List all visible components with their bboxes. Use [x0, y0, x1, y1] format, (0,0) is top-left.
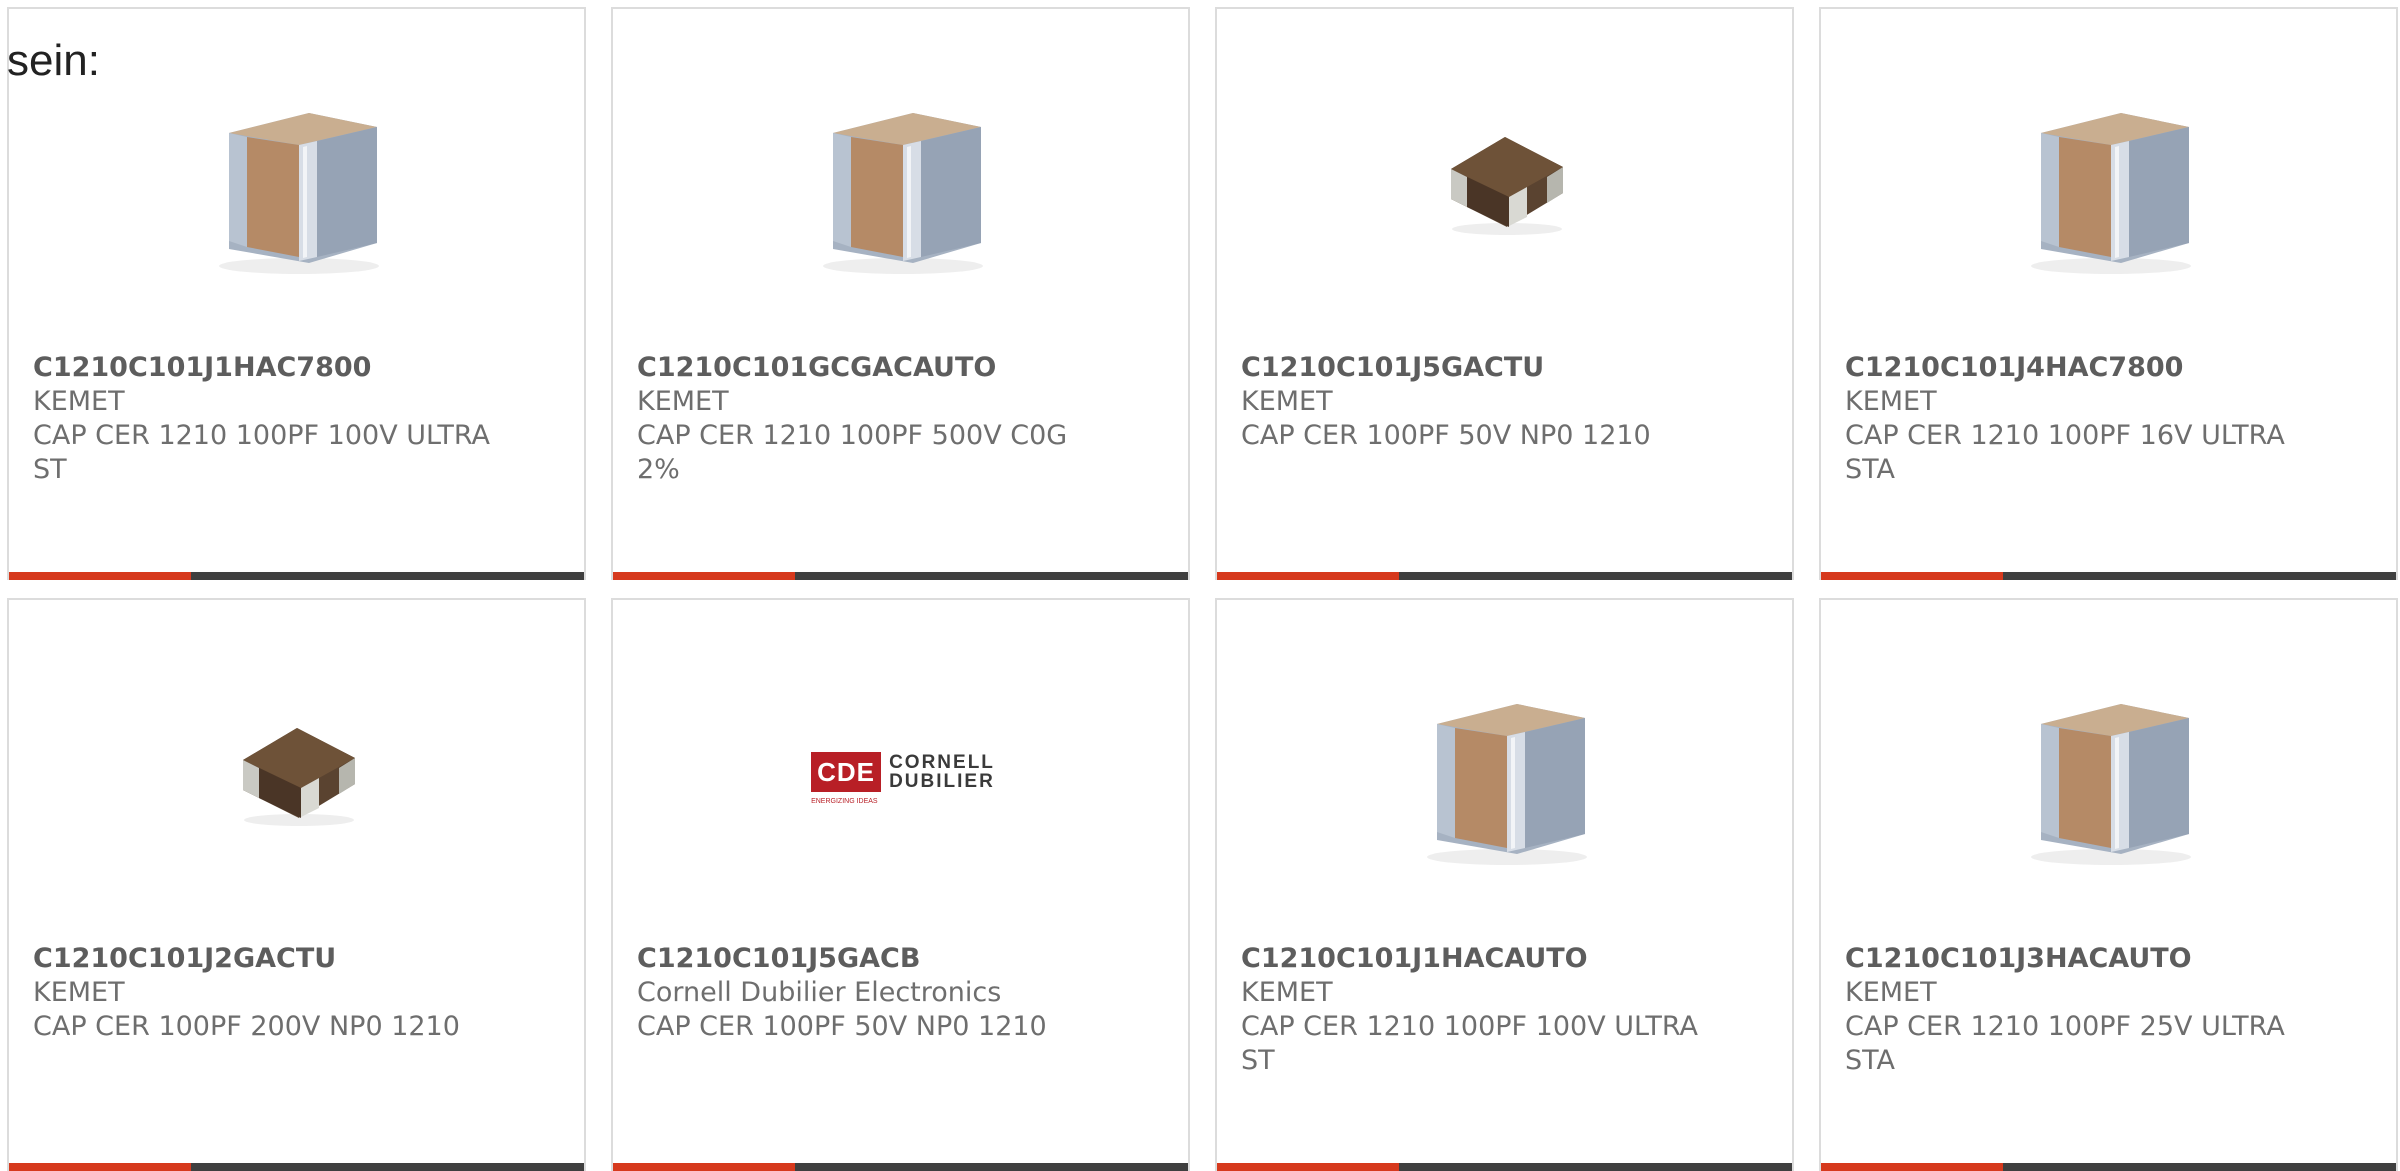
part-number-link[interactable]: C1210C101J1HACAUTO [1241, 942, 1701, 976]
product-image[interactable] [2011, 672, 2211, 872]
product-card[interactable]: C1210C101J5GACTU KEMET CAP CER 100PF 50V… [1215, 7, 1794, 580]
description: CAP CER 1210 100PF 16V ULTRA STA [1845, 420, 2285, 485]
card-bar-accent [613, 572, 795, 580]
product-card[interactable]: C1210C101J4HAC7800 KEMET CAP CER 1210 10… [1819, 7, 2398, 580]
manufacturer: KEMET [1241, 386, 1333, 417]
card-bar-accent [9, 572, 191, 580]
mlcc-capacitor-large-icon [219, 113, 379, 274]
card-bar-accent [1821, 1163, 2003, 1171]
product-info: C1210C101J5GACTU KEMET CAP CER 100PF 50V… [1241, 351, 1701, 453]
card-bar [613, 572, 1188, 580]
cde-logo-mark: CDE ENERGIZING IDEAS [811, 752, 882, 805]
card-bar [1217, 1163, 1792, 1171]
card-bar [613, 1163, 1188, 1171]
cde-logo-tagline: ENERGIZING IDEAS [811, 798, 878, 805]
manufacturer: KEMET [1241, 977, 1333, 1008]
mlcc-capacitor-large-icon [2031, 113, 2191, 274]
product-card[interactable]: C1210C101J1HAC7800 KEMET CAP CER 1210 10… [7, 7, 586, 580]
product-card[interactable]: C1210C101GCGACAUTO KEMET CAP CER 1210 10… [611, 7, 1190, 580]
cde-logo-line-2: DUBILIER [889, 771, 995, 792]
card-bar-accent [613, 1163, 795, 1171]
description: CAP CER 100PF 200V NP0 1210 [33, 1011, 460, 1042]
product-info: C1210C101J5GACB Cornell Dubilier Electro… [637, 942, 1097, 1044]
card-bar [1821, 572, 2396, 580]
cde-logo-text: CDE [817, 756, 876, 787]
card-bar-accent [9, 1163, 191, 1171]
mlcc-capacitor-large-icon [823, 113, 983, 274]
manufacturer: KEMET [33, 386, 125, 417]
page-heading: sein: [7, 36, 100, 85]
card-bar [9, 1163, 584, 1171]
description: CAP CER 1210 100PF 100V ULTRA ST [33, 420, 490, 485]
mlcc-capacitor-large-icon [1427, 704, 1587, 865]
mlcc-capacitor-small-icon [243, 728, 355, 826]
product-card[interactable]: C1210C101J2GACTU KEMET CAP CER 100PF 200… [7, 598, 586, 1171]
product-info: C1210C101J4HAC7800 KEMET CAP CER 1210 10… [1845, 351, 2305, 487]
part-number-link[interactable]: C1210C101J5GACB [637, 942, 1097, 976]
part-number-link[interactable]: C1210C101J3HACAUTO [1845, 942, 2305, 976]
product-info: C1210C101J1HACAUTO KEMET CAP CER 1210 10… [1241, 942, 1701, 1078]
product-info: C1210C101J3HACAUTO KEMET CAP CER 1210 10… [1845, 942, 2305, 1078]
card-bar [1821, 1163, 2396, 1171]
description: CAP CER 1210 100PF 500V C0G 2% [637, 420, 1068, 485]
description: CAP CER 100PF 50V NP0 1210 [637, 1011, 1047, 1042]
description: CAP CER 1210 100PF 25V ULTRA STA [1845, 1011, 2285, 1076]
product-card[interactable]: C1210C101J1HACAUTO KEMET CAP CER 1210 10… [1215, 598, 1794, 1171]
part-number-link[interactable]: C1210C101J1HAC7800 [33, 351, 493, 385]
product-info: C1210C101GCGACAUTO KEMET CAP CER 1210 10… [637, 351, 1097, 487]
card-bar-accent [1217, 1163, 1399, 1171]
product-image[interactable] [1407, 81, 1607, 281]
cde-logo-wordmark: CORNELL DUBILIER [889, 753, 995, 791]
product-image[interactable] [803, 81, 1003, 281]
manufacturer: Cornell Dubilier Electronics [637, 977, 1002, 1008]
description: CAP CER 100PF 50V NP0 1210 [1241, 420, 1651, 451]
part-number-link[interactable]: C1210C101J2GACTU [33, 942, 493, 976]
cde-logo: CDE ENERGIZING IDEAS CORNELL DUBILIER [811, 752, 995, 805]
card-bar [1217, 572, 1792, 580]
manufacturer: KEMET [1845, 386, 1937, 417]
product-info: C1210C101J1HAC7800 KEMET CAP CER 1210 10… [33, 351, 493, 487]
manufacturer: KEMET [637, 386, 729, 417]
product-card[interactable]: C1210C101J3HACAUTO KEMET CAP CER 1210 10… [1819, 598, 2398, 1171]
mlcc-capacitor-large-icon [2031, 704, 2191, 865]
manufacturer: KEMET [1845, 977, 1937, 1008]
cde-logo-line-1: CORNELL [889, 752, 995, 773]
part-number-link[interactable]: C1210C101GCGACAUTO [637, 351, 1097, 385]
part-number-link[interactable]: C1210C101J5GACTU [1241, 351, 1701, 385]
product-info: C1210C101J2GACTU KEMET CAP CER 100PF 200… [33, 942, 493, 1044]
product-image[interactable] [1407, 672, 1607, 872]
card-bar-accent [1217, 572, 1399, 580]
manufacturer: KEMET [33, 977, 125, 1008]
product-image[interactable] [199, 81, 399, 281]
product-grid: C1210C101J1HAC7800 KEMET CAP CER 1210 10… [7, 7, 2400, 1171]
card-bar-accent [1821, 572, 2003, 580]
part-number-link[interactable]: C1210C101J4HAC7800 [1845, 351, 2305, 385]
product-image[interactable] [199, 672, 399, 872]
card-bar [9, 572, 584, 580]
product-image[interactable]: CDE ENERGIZING IDEAS CORNELL DUBILIER [803, 672, 1003, 872]
mlcc-capacitor-small-icon [1451, 137, 1563, 235]
product-card[interactable]: CDE ENERGIZING IDEAS CORNELL DUBILIER C1… [611, 598, 1190, 1171]
description: CAP CER 1210 100PF 100V ULTRA ST [1241, 1011, 1698, 1076]
product-image[interactable] [2011, 81, 2211, 281]
